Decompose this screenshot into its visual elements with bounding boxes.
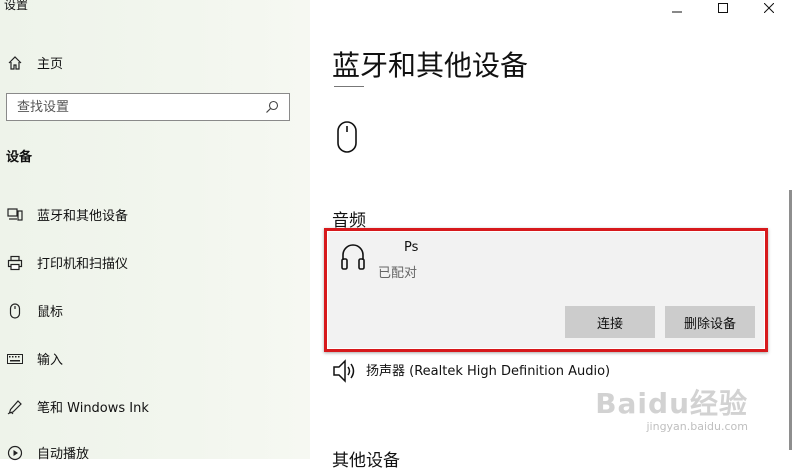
watermark-logo: Baidu经验 <box>595 387 748 420</box>
close-icon <box>763 0 775 17</box>
main-panel: 蓝牙和其他设备 音频 Ps 已配对 连接 删除设备 扬声器 (Realtek H… <box>310 0 792 471</box>
search-icon[interactable] <box>261 96 283 118</box>
sidebar-item-label: 鼠标 <box>37 305 64 320</box>
sidebar-item-pen[interactable]: 笔和 Windows Ink <box>6 397 149 416</box>
sidebar-item-home[interactable]: 主页 <box>6 53 63 72</box>
pen-icon <box>6 398 24 416</box>
audio-heading: 音频 <box>332 211 366 231</box>
mouse-icon <box>6 302 24 320</box>
sidebar-item-mouse[interactable]: 鼠标 <box>6 301 63 320</box>
keyboard-icon <box>6 350 24 368</box>
printer-icon <box>6 254 24 272</box>
remove-device-button[interactable]: 删除设备 <box>665 306 755 338</box>
device-status: 已配对 <box>378 266 418 281</box>
home-label: 主页 <box>37 57 64 72</box>
speaker-label: 扬声器 (Realtek High Definition Audio) <box>366 364 611 379</box>
sidebar-item-autoplay[interactable]: 自动播放 <box>6 443 89 462</box>
headphones-icon <box>340 242 366 276</box>
sidebar: 设置 主页 设备 蓝牙和其他设备 打印机和扫描仪 鼠标 输入 <box>0 0 310 462</box>
sidebar-item-bluetooth[interactable]: 蓝牙和其他设备 <box>6 205 128 224</box>
search-input[interactable] <box>7 98 261 116</box>
device-name: Ps <box>378 240 418 255</box>
sidebar-item-label: 笔和 Windows Ink <box>37 401 149 416</box>
sidebar-item-label: 自动播放 <box>37 447 90 462</box>
close-button[interactable] <box>746 0 792 14</box>
sidebar-item-typing[interactable]: 输入 <box>6 349 63 368</box>
sidebar-item-printers[interactable]: 打印机和扫描仪 <box>6 253 128 272</box>
bluetooth-devices-icon <box>6 206 24 224</box>
page-title: 蓝牙和其他设备 <box>332 49 529 82</box>
app-title: 设置 <box>4 0 29 12</box>
window-controls <box>654 0 792 14</box>
home-icon <box>6 54 24 72</box>
device-name-text: Ps <box>404 240 419 255</box>
maximize-button[interactable] <box>700 0 746 14</box>
maximize-icon <box>718 0 728 17</box>
selected-audio-device[interactable]: Ps 已配对 连接 删除设备 <box>328 232 764 348</box>
sidebar-item-label: 打印机和扫描仪 <box>37 257 129 272</box>
section-heading-devices: 设备 <box>6 150 33 165</box>
sidebar-item-label: 输入 <box>37 353 64 368</box>
speaker-device[interactable]: 扬声器 (Realtek High Definition Audio) <box>332 358 610 388</box>
title-divider <box>334 86 364 87</box>
watermark: Baidu经验 jingyan.baidu.com <box>595 382 748 433</box>
connect-button[interactable]: 连接 <box>565 306 655 338</box>
mouse-device-icon[interactable] <box>336 120 358 158</box>
search-box[interactable] <box>6 93 290 121</box>
minimize-icon <box>672 0 682 17</box>
speaker-icon <box>332 358 358 388</box>
watermark-url: jingyan.baidu.com <box>646 420 748 433</box>
sidebar-item-label: 蓝牙和其他设备 <box>37 209 129 224</box>
minimize-button[interactable] <box>654 0 700 14</box>
